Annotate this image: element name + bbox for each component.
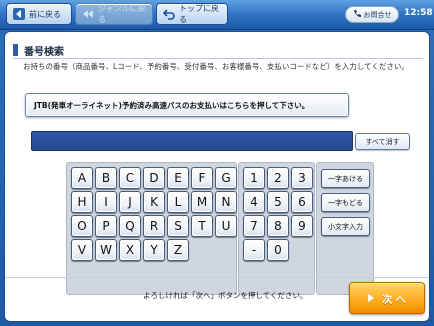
lowercase-key[interactable]: 小文字入力 — [321, 217, 370, 236]
key-9[interactable]: 9 — [291, 215, 313, 237]
back-button[interactable]: 前に戻る — [6, 3, 72, 25]
jtb-bus-payment-label: JTB(発車オーライネット)予約済み高速バスのお支払いはこちらを押して下さい。 — [34, 100, 310, 110]
key-j[interactable]: J — [119, 191, 141, 213]
key-n[interactable]: N — [215, 191, 237, 213]
footer-message: よろしければ「次へ」ボタンを押してください。 — [143, 291, 308, 300]
key-e[interactable]: E — [167, 167, 189, 189]
key-o[interactable]: O — [71, 215, 93, 237]
key-x[interactable]: X — [119, 239, 141, 261]
genre-back-button[interactable]: ジャンルに戻る — [75, 3, 153, 25]
key-w[interactable]: W — [95, 239, 117, 261]
function-keypad: 一字あける一字もどる小文字入力 — [316, 162, 374, 295]
key-y[interactable]: Y — [143, 239, 165, 261]
key-f[interactable]: F — [191, 167, 213, 189]
play-arrow-icon — [368, 294, 375, 302]
key-l[interactable]: L — [167, 191, 189, 213]
back-button-label: 前に戻る — [29, 9, 61, 19]
phone-icon — [353, 9, 362, 20]
footer-divider — [5, 277, 429, 278]
key-p[interactable]: P — [95, 215, 117, 237]
clock: 12:58 — [404, 8, 433, 18]
key-r[interactable]: R — [143, 215, 165, 237]
top-button-label: トップに戻る — [179, 4, 219, 24]
key-i[interactable]: I — [95, 191, 117, 213]
page-title-text: 番号検索 — [24, 46, 64, 58]
key-q[interactable]: Q — [119, 215, 141, 237]
key-3[interactable]: 3 — [291, 167, 313, 189]
key-minus[interactable]: - — [243, 239, 265, 261]
rewind-icon — [82, 8, 94, 20]
key-h[interactable]: H — [71, 191, 93, 213]
next-button-label: 次 へ — [382, 294, 406, 306]
key-k[interactable]: K — [143, 191, 165, 213]
key-4[interactable]: 4 — [243, 191, 265, 213]
key-5[interactable]: 5 — [267, 191, 289, 213]
top-button[interactable]: トップに戻る — [156, 3, 228, 25]
key-2[interactable]: 2 — [267, 167, 289, 189]
insert-space-key[interactable]: 一字あける — [321, 169, 370, 188]
title-marker — [13, 44, 18, 56]
inquiry-button[interactable]: お問合せ — [345, 6, 399, 23]
key-a[interactable]: A — [71, 167, 93, 189]
backspace-key[interactable]: 一字もどる — [321, 193, 370, 212]
key-t[interactable]: T — [191, 215, 213, 237]
inquiry-label: お問合せ — [363, 10, 392, 19]
key-0[interactable]: 0 — [267, 239, 289, 261]
key-c[interactable]: C — [119, 167, 141, 189]
top-bar: 前に戻る ジャンルに戻る トップに戻る お問合せ 12:58 — [0, 0, 434, 30]
key-g[interactable]: G — [215, 167, 237, 189]
clear-all-label: すべて消す — [365, 137, 400, 146]
key-m[interactable]: M — [191, 191, 213, 213]
letter-keypad: ABCDEFG HIJKLMN OPQRSTU VWXYZ — [66, 162, 237, 295]
key-s[interactable]: S — [167, 215, 189, 237]
next-button[interactable]: 次 へ — [349, 282, 425, 314]
page-title: 番号検索 — [13, 43, 64, 58]
jtb-bus-payment-button[interactable]: JTB(発車オーライネット)予約済み高速バスのお支払いはこちらを押して下さい。 — [25, 93, 349, 117]
back-arrow-icon — [13, 8, 25, 20]
title-divider — [13, 58, 423, 59]
key-7[interactable]: 7 — [243, 215, 265, 237]
number-input[interactable] — [31, 131, 353, 151]
key-z[interactable]: Z — [167, 239, 189, 261]
key-6[interactable]: 6 — [291, 191, 313, 213]
key-b[interactable]: B — [95, 167, 117, 189]
key-u[interactable]: U — [215, 215, 237, 237]
number-keypad: 123 456 789 -0 — [238, 162, 315, 295]
genre-back-label: ジャンルに戻る — [98, 4, 146, 24]
clear-all-button[interactable]: すべて消す — [355, 133, 410, 150]
return-arrow-icon — [162, 8, 175, 20]
key-8[interactable]: 8 — [267, 215, 289, 237]
main-panel: 番号検索 お持ちの番号（商品番号、Lコード、予約番号、受付番号、お客様番号、支払… — [4, 31, 430, 322]
instruction-text: お持ちの番号（商品番号、Lコード、予約番号、受付番号、お客様番号、支払いコードな… — [23, 62, 409, 71]
key-1[interactable]: 1 — [243, 167, 265, 189]
key-v[interactable]: V — [71, 239, 93, 261]
key-d[interactable]: D — [143, 167, 165, 189]
